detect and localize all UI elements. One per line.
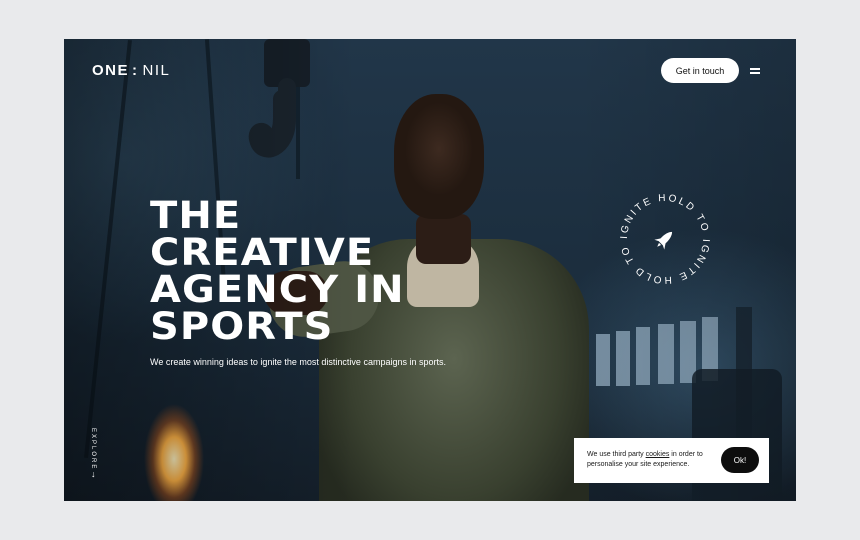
headline-line-4: SPORTS bbox=[150, 305, 334, 348]
ignite-badge[interactable]: IGNITE HOLD TO IGNITE HOLD TO bbox=[615, 189, 715, 289]
logo-nil: NIL bbox=[142, 62, 171, 79]
explore-link[interactable]: EXPLORE ↓ bbox=[90, 428, 102, 484]
explore-label: EXPLORE bbox=[90, 428, 96, 471]
hamburger-icon[interactable] bbox=[750, 66, 762, 76]
cookie-message: We use third party cookies in order to p… bbox=[587, 450, 717, 470]
headline-line-3: AGENCY IN bbox=[150, 268, 405, 311]
hero-subline: We create winning ideas to ignite the mo… bbox=[150, 357, 446, 367]
menu-line-bottom bbox=[750, 72, 760, 74]
get-in-touch-button[interactable]: Get in touch bbox=[661, 58, 739, 83]
logo-one: ONE bbox=[92, 62, 130, 79]
logo-separator: : bbox=[132, 62, 139, 79]
headline-line-1: THE bbox=[150, 194, 242, 237]
arrow-down-icon: ↓ bbox=[91, 469, 96, 479]
hero-headline: THE CREATIVE AGENCY IN SPORTS bbox=[150, 197, 405, 345]
site-logo[interactable]: ONE : NIL bbox=[92, 62, 170, 79]
cookie-banner: We use third party cookies in order to p… bbox=[574, 438, 769, 483]
menu-line-top bbox=[750, 68, 760, 70]
hero-frame: ONE : NIL Get in touch THE CREATIVE AGEN… bbox=[64, 39, 796, 501]
headline-line-2: CREATIVE bbox=[150, 231, 375, 274]
cookie-ok-button[interactable]: Ok! bbox=[721, 447, 759, 473]
cookie-text-before: We use third party bbox=[587, 451, 646, 458]
rocket-icon bbox=[654, 231, 673, 250]
cookies-link[interactable]: cookies bbox=[646, 451, 670, 458]
